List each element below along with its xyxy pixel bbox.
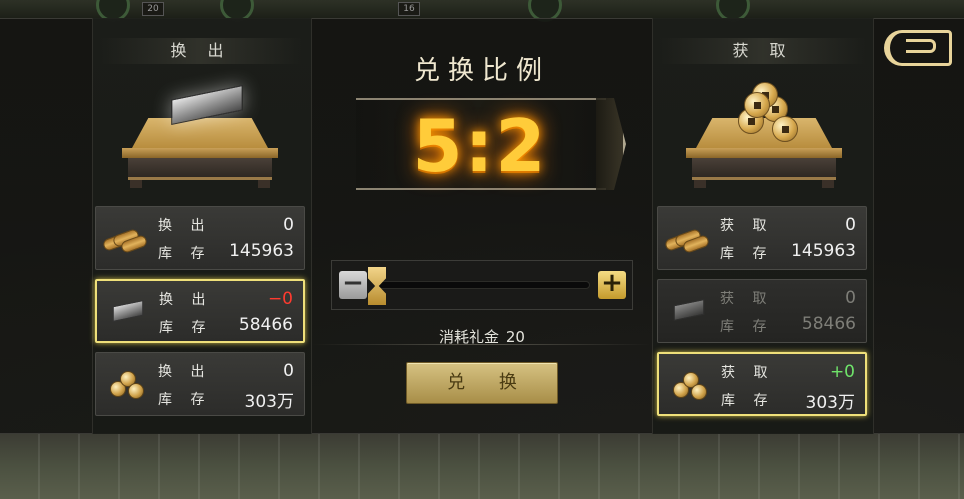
give-item-coins[interactable]: 换 出 0 库 存 303万	[95, 352, 305, 416]
exchange-ratio: 5:2	[412, 104, 548, 188]
item-action-label: 获 取	[721, 365, 775, 381]
amount-slider: − +	[331, 260, 633, 310]
receive-item-coins[interactable]: 获 取 +0 库 存 303万	[657, 352, 867, 416]
top-hud-strip: 20 16	[0, 0, 964, 22]
receive-item-gold-logs[interactable]: 获 取 0 库 存 145963	[657, 206, 867, 270]
item-stock-value: 58466	[801, 314, 856, 334]
close-button[interactable]	[884, 30, 952, 66]
cost-value: 20	[505, 328, 525, 346]
gold-logs-icon	[663, 221, 711, 257]
item-amount: 0	[845, 215, 856, 235]
item-action-label: 换 出	[158, 218, 212, 234]
receive-header: 获 取	[660, 38, 866, 64]
cost-line: 消耗礼金 20	[382, 326, 582, 347]
cost-label: 消耗礼金	[439, 328, 500, 346]
item-stock-label: 库 存	[720, 246, 774, 262]
hud-chip: 16	[398, 2, 420, 16]
give-item-silver[interactable]: 换 出 −0 库 存 58466	[95, 279, 305, 343]
receive-pedestal	[684, 118, 844, 198]
item-stock-value: 303万	[805, 393, 855, 413]
item-amount: 0	[845, 288, 856, 308]
increase-button[interactable]: +	[598, 270, 626, 299]
give-pedestal	[120, 118, 280, 198]
silver-bar-icon	[670, 294, 710, 330]
item-stock-value: 303万	[244, 392, 294, 412]
item-action-label: 换 出	[158, 364, 212, 380]
item-stock-label: 库 存	[158, 392, 212, 408]
item-amount: −0	[267, 289, 293, 309]
item-action-label: 获 取	[720, 218, 774, 234]
item-amount: 0	[283, 361, 294, 381]
ratio-title: 兑换比例	[413, 56, 550, 86]
item-stock-label: 库 存	[158, 246, 212, 262]
give-item-gold-logs[interactable]: 换 出 0 库 存 145963	[95, 206, 305, 270]
item-stock-label: 库 存	[721, 393, 775, 409]
give-header: 换 出	[100, 38, 302, 64]
item-stock-value: 145963	[229, 241, 294, 261]
coins-icon	[108, 367, 148, 403]
slider-track[interactable]	[374, 281, 590, 289]
silver-bar-icon	[109, 295, 149, 331]
item-stock-label: 库 存	[720, 319, 774, 335]
item-amount: 0	[283, 215, 294, 235]
exchange-button[interactable]: 兑 换	[406, 362, 558, 404]
item-stock-value: 145963	[791, 241, 856, 261]
item-action-label: 换 出	[159, 292, 213, 308]
item-stock-value: 58466	[238, 315, 293, 335]
item-amount: +0	[829, 362, 855, 382]
city-scene-strip	[0, 432, 964, 499]
item-action-label: 获 取	[720, 291, 774, 307]
item-stock-label: 库 存	[159, 320, 213, 336]
receive-item-silver[interactable]: 获 取 0 库 存 58466	[657, 279, 867, 343]
gold-logs-icon	[101, 221, 149, 257]
hud-chip: 20	[142, 2, 164, 16]
decrease-button[interactable]: −	[339, 270, 367, 299]
coins-icon	[671, 368, 711, 404]
